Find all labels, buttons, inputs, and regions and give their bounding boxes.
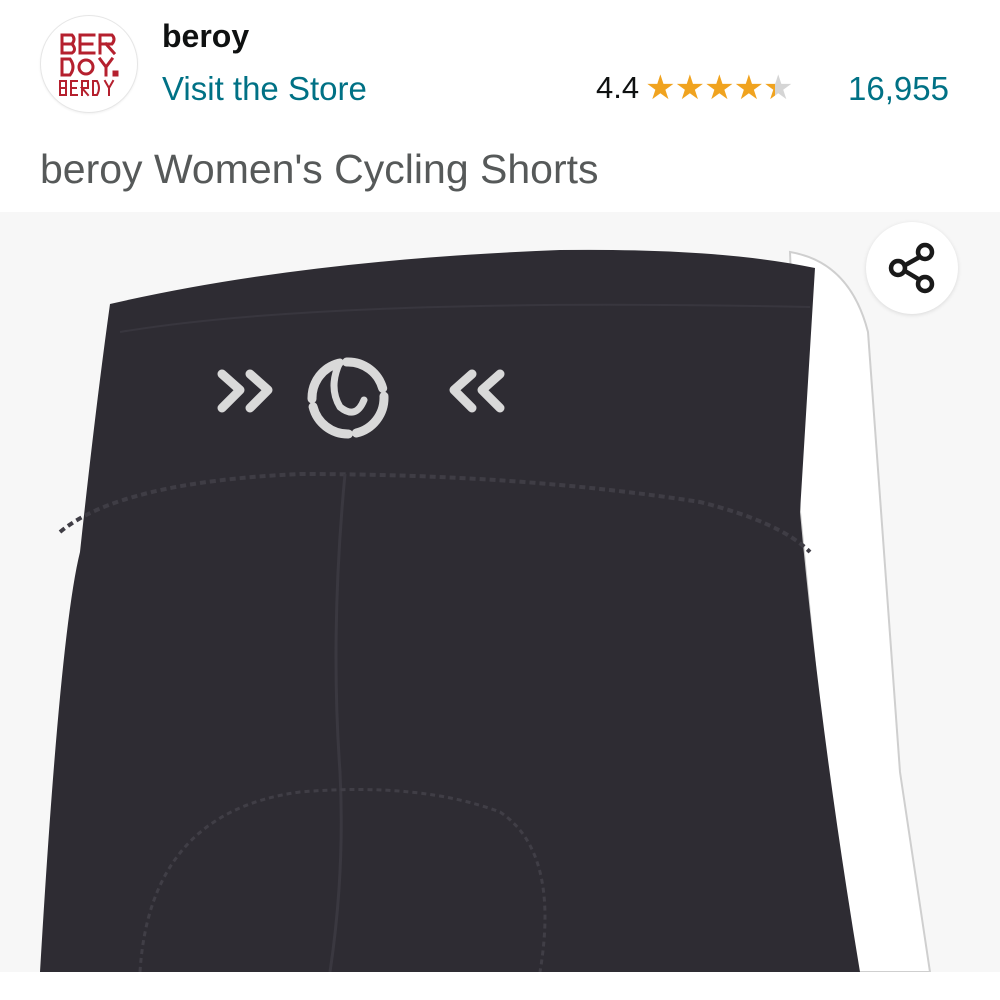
star-icon: ★ xyxy=(674,69,706,107)
star-icon: ★ xyxy=(733,69,765,107)
star-icon: ★ xyxy=(645,69,676,107)
shorts-body xyxy=(40,249,860,972)
star-icon: ★ xyxy=(763,69,794,107)
stars-row: ★ ★ ★ ★ ★ xyxy=(645,69,794,107)
star-icon: ★ xyxy=(704,69,735,107)
brand-name[interactable]: beroy xyxy=(162,18,249,55)
product-title: beroy Women's Cycling Shorts xyxy=(40,146,599,192)
brand-logo[interactable] xyxy=(40,15,138,113)
visit-store-link[interactable]: Visit the Store xyxy=(162,70,367,108)
rating-value: 4.4 xyxy=(596,70,640,105)
cycling-shorts-image xyxy=(40,249,932,972)
share-icon xyxy=(888,242,935,294)
star-rating[interactable]: 4.4 ★ ★ ★ ★ ★ xyxy=(596,68,794,108)
share-button[interactable] xyxy=(866,222,958,314)
page-bottom-strip xyxy=(0,972,1000,1000)
review-count-link[interactable]: 16,955 xyxy=(848,70,949,108)
beroy-logo-icon xyxy=(59,33,119,97)
product-image[interactable] xyxy=(0,212,1000,972)
